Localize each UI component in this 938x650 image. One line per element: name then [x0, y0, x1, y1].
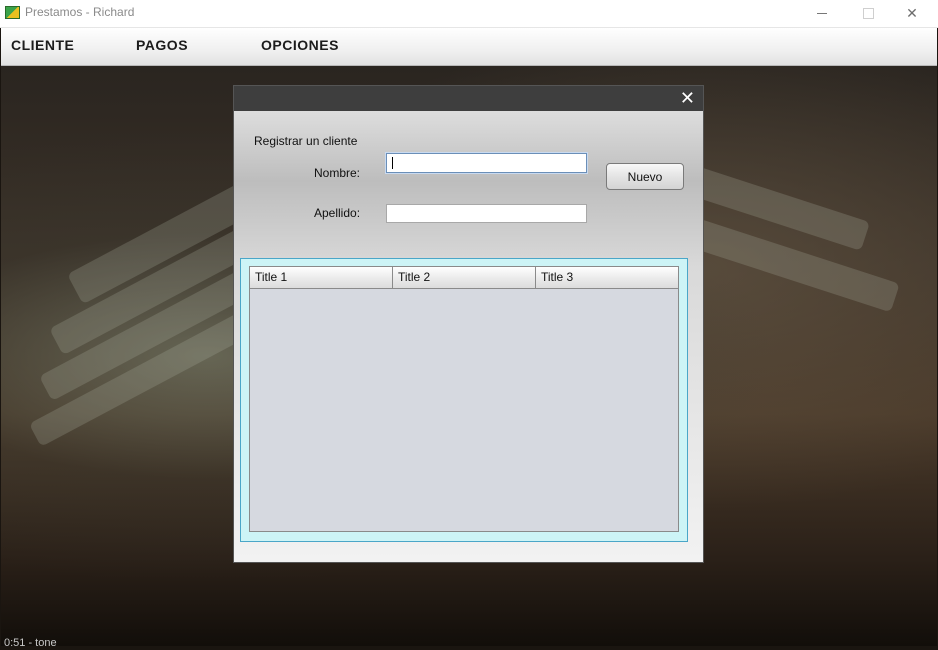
- maximize-icon: [862, 8, 874, 19]
- menu-pagos[interactable]: PAGOS: [136, 37, 188, 53]
- text-caret: [392, 157, 393, 169]
- minimize-button[interactable]: [799, 0, 845, 27]
- apellido-label: Apellido:: [314, 206, 361, 220]
- close-icon: ✕: [906, 5, 918, 21]
- form-heading: Registrar un cliente: [254, 134, 358, 148]
- maximize-button[interactable]: [845, 0, 891, 27]
- nuevo-button[interactable]: Nuevo: [606, 163, 684, 190]
- window-titlebar: Prestamos - Richard ✕: [0, 0, 938, 28]
- dialog-titlebar: ✕: [234, 86, 703, 111]
- close-button[interactable]: ✕: [889, 0, 935, 27]
- menu-bar: CLIENTE PAGOS OPCIONES: [1, 28, 937, 66]
- window-title: Prestamos - Richard: [25, 5, 135, 19]
- apellido-field[interactable]: [386, 204, 587, 223]
- column-header-title-1[interactable]: Title 1: [250, 267, 393, 289]
- menu-cliente[interactable]: CLIENTE: [11, 37, 74, 53]
- clients-table[interactable]: Title 1 Title 2 Title 3: [249, 266, 679, 532]
- menu-opciones[interactable]: OPCIONES: [261, 37, 339, 53]
- column-header-title-3[interactable]: Title 3: [536, 267, 678, 289]
- nombre-field[interactable]: [386, 153, 587, 173]
- app-icon: [5, 6, 20, 19]
- status-text: 0:51 - tone: [4, 637, 57, 649]
- table-scroll-pane: Title 1 Title 2 Title 3: [240, 258, 688, 542]
- register-client-dialog: ✕ Registrar un cliente Nombre: Apellido:…: [233, 85, 704, 563]
- minimize-icon: [817, 13, 827, 14]
- table-header: Title 1 Title 2 Title 3: [250, 267, 678, 289]
- column-header-title-2[interactable]: Title 2: [393, 267, 536, 289]
- nombre-label: Nombre:: [314, 166, 361, 180]
- dialog-close-icon[interactable]: ✕: [680, 88, 695, 108]
